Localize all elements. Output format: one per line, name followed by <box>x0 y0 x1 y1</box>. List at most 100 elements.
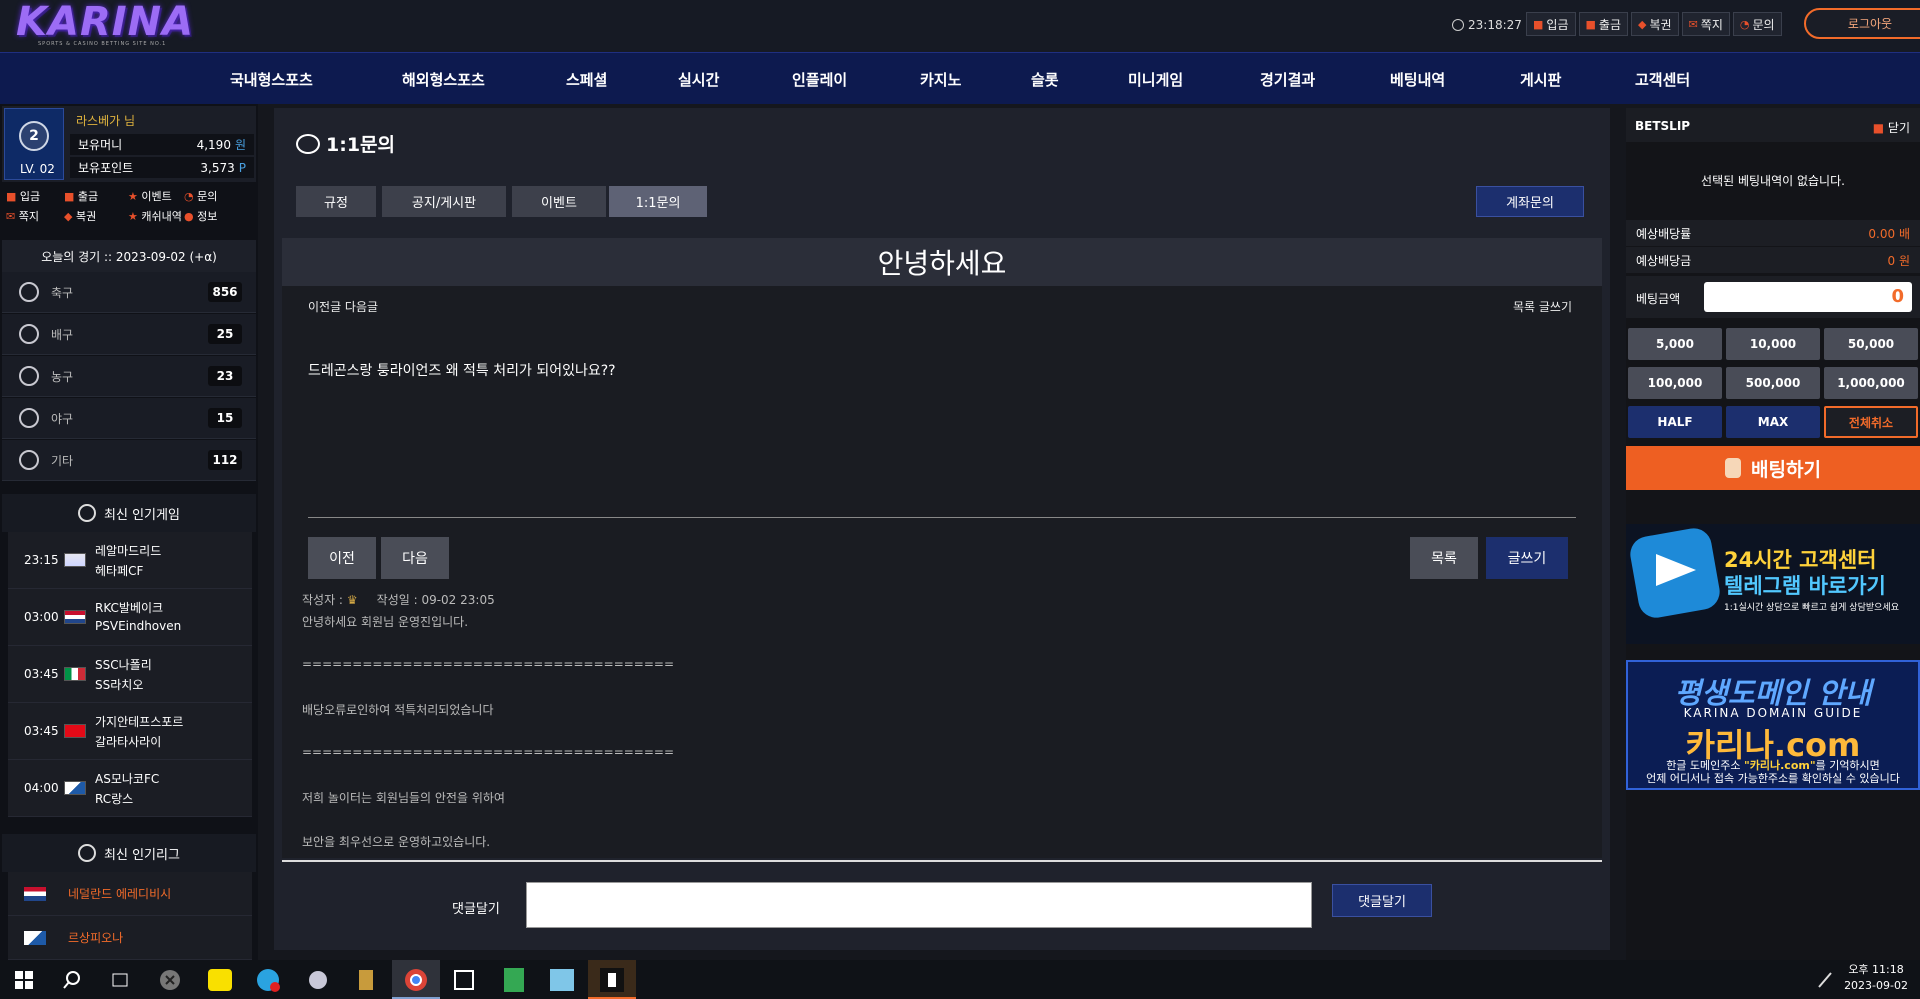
tab-rules[interactable]: 규정 <box>296 186 376 217</box>
popular-game-item[interactable]: 04:00 AS모나코FC RC랑스 <box>8 760 252 817</box>
chip-10000-button[interactable]: 10,000 <box>1726 328 1820 360</box>
quick-withdraw[interactable]: ■ 출금 <box>64 188 122 204</box>
half-button[interactable]: HALF <box>1628 406 1722 438</box>
search-icon[interactable] <box>58 966 86 994</box>
quick-cash-history[interactable]: ★ 캐쉬내역 <box>128 208 186 224</box>
league-item[interactable]: 네덜란드 에레디비시 <box>8 872 252 916</box>
max-button[interactable]: MAX <box>1726 406 1820 438</box>
sheets-icon[interactable] <box>500 966 528 994</box>
message-button[interactable]: ✉ 쪽지 <box>1681 12 1730 36</box>
chip-100000-button[interactable]: 100,000 <box>1628 367 1722 399</box>
logout-button[interactable]: 로그아웃 <box>1804 8 1920 39</box>
quick-event[interactable]: ★ 이벤트 <box>128 188 186 204</box>
deposit-button[interactable]: ■ 입금 <box>1526 12 1576 36</box>
globe-icon <box>78 844 97 862</box>
user-info: 2 LV. 02 라스베가 님 보유머니 4,190 원 보유포인트 3,573 P <box>2 106 256 182</box>
quick-lottery[interactable]: ◆ 복권 <box>64 208 122 224</box>
windows-start-icon[interactable] <box>10 966 38 994</box>
withdraw-label: 출금 <box>1598 17 1621 32</box>
nav-domestic-sports[interactable]: 국내형스포츠 <box>230 69 313 90</box>
notepad-icon[interactable] <box>450 966 478 994</box>
league-app-icon[interactable] <box>352 966 380 994</box>
nav-slot[interactable]: 슬롯 <box>1031 69 1059 90</box>
popular-game-item[interactable]: 03:45 가지안테프스포르 갈라타사라이 <box>8 703 252 760</box>
chip-5000-button[interactable]: 5,000 <box>1628 328 1722 360</box>
paper-plane-icon <box>1656 554 1696 586</box>
network-app-icon[interactable] <box>304 966 332 994</box>
logo-subtitle: SPORTS & CASINO BETTING SITE NO.1 <box>38 41 167 47</box>
app-icon[interactable] <box>548 966 576 994</box>
prev-button[interactable]: 이전 <box>308 537 376 579</box>
chip-500000-button[interactable]: 500,000 <box>1726 367 1820 399</box>
coins-icon <box>1725 458 1742 478</box>
system-clock[interactable]: 오후 11:18 2023-09-02 <box>1844 962 1908 994</box>
envelope-icon: ✉ <box>1688 17 1698 31</box>
nav-casino[interactable]: 카지노 <box>920 69 961 90</box>
nav-special[interactable]: 스페셜 <box>566 69 607 90</box>
chrome-icon[interactable] <box>402 966 430 994</box>
message-label: 쪽지 <box>1700 17 1723 32</box>
nav-bet-history[interactable]: 베팅내역 <box>1390 69 1445 90</box>
sport-item-basketball[interactable]: 농구 23 <box>2 356 256 397</box>
quick-deposit[interactable]: ■ 입금 <box>6 188 64 204</box>
quick-inquiry[interactable]: ◔ 문의 <box>184 188 242 204</box>
list-button[interactable]: 목록 <box>1410 537 1478 579</box>
admin-emblem-icon: ♛ <box>346 593 358 607</box>
betslip-panel: BETSLIP ■ 닫기 선택된 베팅내역이 없습니다. 예상배당률 0.00 배… <box>1626 108 1920 960</box>
tab-notice-board[interactable]: 공지/게시판 <box>382 186 506 217</box>
clock: 23:18:27 <box>1452 18 1522 32</box>
sport-item-soccer[interactable]: 축구 856 <box>2 272 256 313</box>
sport-item-other[interactable]: 기타 112 <box>2 440 256 481</box>
site-logo[interactable]: KARINA <box>16 2 194 42</box>
place-bet-button[interactable]: 배팅하기 <box>1626 446 1920 490</box>
write-button[interactable]: 글쓰기 <box>1486 537 1568 579</box>
top-bar: KARINA SPORTS & CASINO BETTING SITE NO.1… <box>0 0 1920 52</box>
chat-icon: ◔ <box>1739 17 1750 31</box>
chip-1000000-button[interactable]: 1,000,000 <box>1824 367 1918 399</box>
popular-game-item[interactable]: 03:45 SSC나폴리 SS라치오 <box>8 646 252 703</box>
nav-overseas-sports[interactable]: 해외형스포츠 <box>402 69 485 90</box>
prev-next-links[interactable]: 이전글 다음글 <box>308 298 378 315</box>
inquiry-button[interactable]: ◔ 문의 <box>1732 12 1782 36</box>
nav-minigame[interactable]: 미니게임 <box>1128 69 1183 90</box>
close-app-icon[interactable] <box>156 966 184 994</box>
cancel-all-button[interactable]: 전체취소 <box>1824 406 1918 438</box>
main-nav: 국내형스포츠 해외형스포츠 스페셜 실시간 인플레이 카지노 슬롯 미니게임 경… <box>0 52 1920 104</box>
tab-event[interactable]: 이벤트 <box>512 186 606 217</box>
nav-support[interactable]: 고객센터 <box>1635 69 1690 90</box>
lottery-button[interactable]: ◆ 복권 <box>1631 12 1679 36</box>
withdraw-button[interactable]: ■ 출금 <box>1578 12 1628 36</box>
chip-50000-button[interactable]: 50,000 <box>1824 328 1918 360</box>
account-inquiry-button[interactable]: 계좌문의 <box>1476 186 1584 217</box>
level-badge-icon: 2 <box>19 121 49 151</box>
kakaotalk-icon[interactable] <box>206 966 234 994</box>
nav-inplay[interactable]: 인플레이 <box>792 69 847 90</box>
sport-item-baseball[interactable]: 야구 15 <box>2 398 256 439</box>
comment-submit-button[interactable]: 댓글달기 <box>1332 884 1432 917</box>
comment-input[interactable] <box>526 882 1312 928</box>
tab-inquiry[interactable]: 1:1문의 <box>609 186 707 217</box>
p-app-icon[interactable] <box>598 966 626 994</box>
league-item[interactable]: 르상피오나 <box>8 916 252 960</box>
bet-amount-input[interactable]: 0 <box>1704 282 1912 312</box>
telegram-app-icon[interactable] <box>254 966 282 994</box>
quick-info[interactable]: ● 정보 <box>184 208 242 224</box>
sport-item-volleyball[interactable]: 배구 25 <box>2 314 256 355</box>
reply-line: 보안을 최우선으로 운영하고있습니다. <box>302 835 491 849</box>
team-flag-icon <box>64 553 86 567</box>
nav-live[interactable]: 실시간 <box>678 69 719 90</box>
pen-icon[interactable] <box>1812 966 1840 994</box>
task-view-icon[interactable] <box>106 966 134 994</box>
comment-section: 댓글달기 댓글달기 <box>282 860 1602 944</box>
list-write-links[interactable]: 목록 글쓰기 <box>1513 298 1572 315</box>
popular-game-item[interactable]: 03:00 RKC발베이크 PSVEindhoven <box>8 589 252 646</box>
next-button[interactable]: 다음 <box>381 537 449 579</box>
popular-game-item[interactable]: 23:15 레알마드리드 헤타페CF <box>8 532 252 589</box>
money-value: 4,190 <box>196 138 231 152</box>
nav-results[interactable]: 경기결과 <box>1260 69 1315 90</box>
telegram-banner[interactable]: 24시간 고객센터 텔레그램 바로가기 1:1실시간 상담으로 빠르고 쉽게 상… <box>1626 524 1920 644</box>
nav-board[interactable]: 게시판 <box>1520 69 1561 90</box>
betslip-close-button[interactable]: ■ 닫기 <box>1873 119 1910 136</box>
domain-guide-banner[interactable]: 평생도메인 안내 KARINA DOMAIN GUIDE 카리나.com 한글 … <box>1626 660 1920 790</box>
quick-message[interactable]: ✉ 쪽지 <box>6 208 64 224</box>
